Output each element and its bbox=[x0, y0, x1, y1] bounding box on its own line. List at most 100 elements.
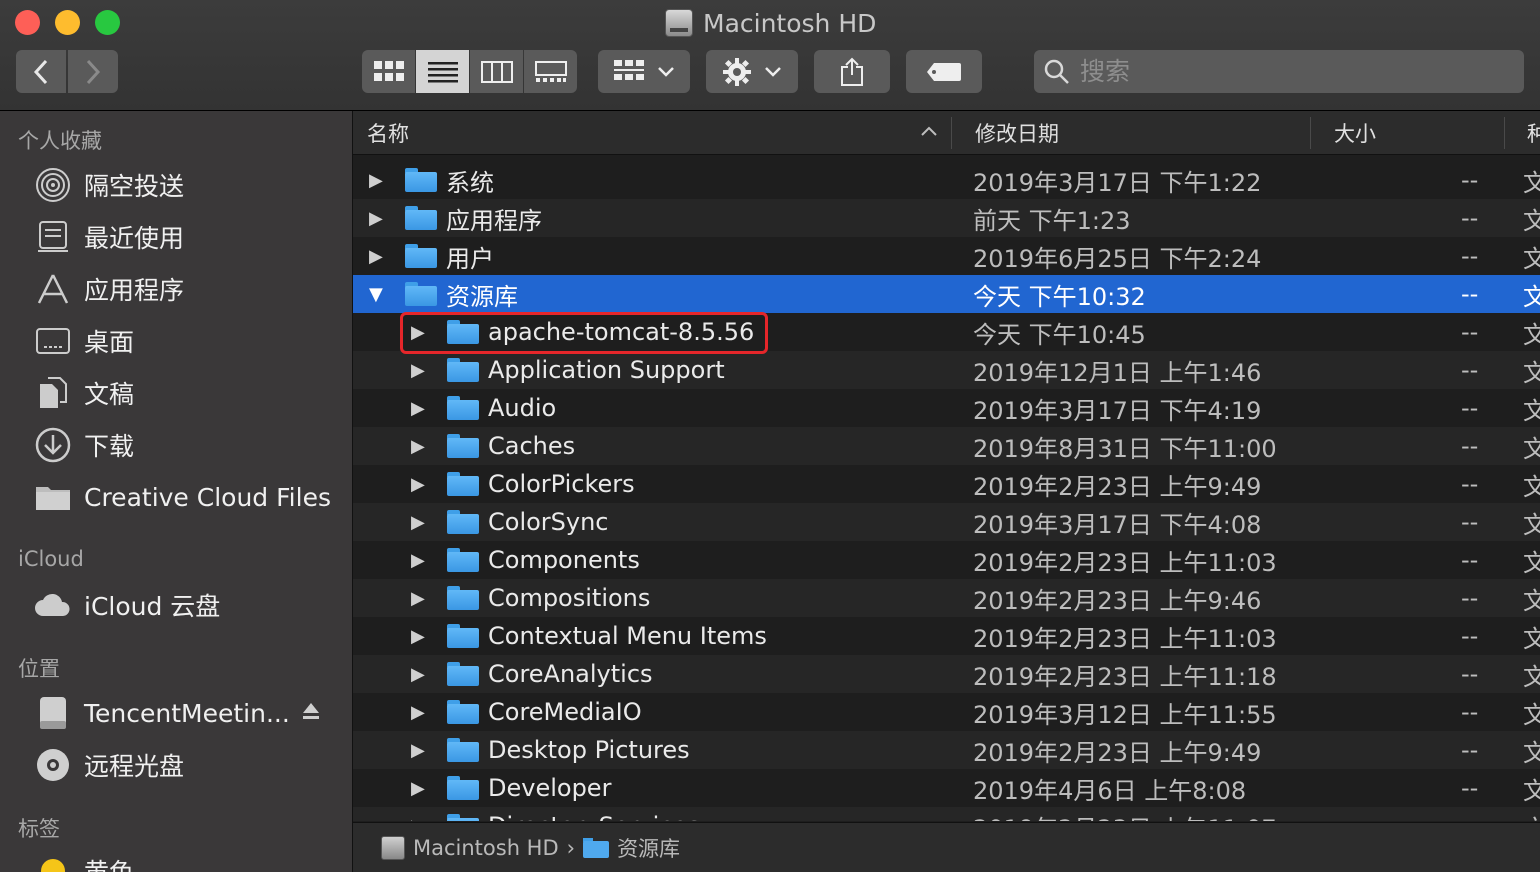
disclosure-collapsed-icon[interactable]: ▶ bbox=[411, 313, 425, 351]
file-rows: ▶ 系统 2019年3月17日 下午1:22 -- 文 ▶ 应用程序 前天 下午1:23 -- 文… bbox=[353, 161, 1540, 821]
disclosure-collapsed-icon[interactable]: ▶ bbox=[411, 807, 425, 822]
search-input[interactable] bbox=[1078, 56, 1502, 87]
share-button[interactable] bbox=[814, 50, 890, 93]
file-name: Components bbox=[488, 546, 640, 574]
minimize-window-button[interactable] bbox=[55, 10, 80, 35]
file-row[interactable]: ▶ apache-tomcat-8.5.56 今天 下午10:45 -- 文 bbox=[353, 313, 1540, 351]
file-row[interactable]: ▶ Components 2019年2月23日 上午11:03 -- 文 bbox=[353, 541, 1540, 579]
disclosure-collapsed-icon[interactable]: ▶ bbox=[411, 351, 425, 389]
column-view-button[interactable] bbox=[470, 50, 523, 93]
disclosure-expanded-icon[interactable]: ▼ bbox=[369, 275, 383, 313]
file-name: CoreMediaIO bbox=[488, 698, 642, 726]
folder-icon bbox=[405, 244, 437, 268]
file-row[interactable]: ▶ 系统 2019年3月17日 下午1:22 -- 文 bbox=[353, 161, 1540, 199]
file-kind: 文 bbox=[1523, 624, 1540, 653]
gallery-view-button[interactable] bbox=[524, 50, 577, 93]
file-kind: 文 bbox=[1523, 662, 1540, 691]
disclosure-collapsed-icon[interactable]: ▶ bbox=[369, 237, 383, 275]
disclosure-collapsed-icon[interactable]: ▶ bbox=[411, 541, 425, 579]
file-name: DirectoryServices bbox=[488, 807, 700, 821]
file-row[interactable]: ▶ Desktop Pictures 2019年2月23日 上午9:49 -- 文 bbox=[353, 731, 1540, 769]
file-row[interactable]: ▶ 应用程序 前天 下午1:23 -- 文 bbox=[353, 199, 1540, 237]
forward-button[interactable] bbox=[68, 50, 118, 93]
file-row[interactable]: ▶ Audio 2019年3月17日 下午4:19 -- 文 bbox=[353, 389, 1540, 427]
library-folder-icon bbox=[583, 837, 610, 858]
sidebar-item-recents[interactable]: 最近使用 bbox=[34, 215, 344, 259]
file-row[interactable]: ▼ 资源库 今天 下午10:32 -- 文 bbox=[353, 275, 1540, 313]
search-icon bbox=[1044, 59, 1069, 84]
sidebar-item-tag-yellow[interactable]: 黄色 bbox=[34, 849, 344, 872]
group-by-button[interactable] bbox=[598, 50, 690, 93]
file-row[interactable]: ▶ Contextual Menu Items 2019年2月23日 上午11:03… bbox=[353, 617, 1540, 655]
disclosure-collapsed-icon[interactable]: ▶ bbox=[411, 693, 425, 731]
column-separator[interactable] bbox=[951, 117, 952, 149]
sidebar-item-creative-cloud-files[interactable]: Creative Cloud Files bbox=[34, 475, 344, 519]
file-name: Contextual Menu Items bbox=[488, 622, 767, 650]
file-row[interactable]: ▶ Application Support 2019年12月1日 上午1:46 -- 文 bbox=[353, 351, 1540, 389]
list-view-button[interactable] bbox=[416, 50, 469, 93]
sidebar-item-airdrop[interactable]: 隔空投送 bbox=[34, 163, 344, 207]
file-kind: 文 bbox=[1523, 396, 1540, 425]
zoom-window-button[interactable] bbox=[95, 10, 120, 35]
column-separator[interactable] bbox=[1504, 117, 1505, 149]
disclosure-collapsed-icon[interactable]: ▶ bbox=[369, 161, 383, 199]
back-button[interactable] bbox=[16, 50, 66, 93]
sidebar-item-desktop[interactable]: 桌面 bbox=[34, 319, 344, 363]
folder-icon bbox=[447, 320, 479, 344]
file-row[interactable]: ▶ 用户 2019年6月25日 下午2:24 -- 文 bbox=[353, 237, 1540, 275]
disclosure-collapsed-icon[interactable]: ▶ bbox=[369, 199, 383, 237]
disclosure-collapsed-icon[interactable]: ▶ bbox=[411, 389, 425, 427]
disclosure-collapsed-icon[interactable]: ▶ bbox=[411, 617, 425, 655]
file-name: 用户 bbox=[446, 244, 494, 273]
sidebar-item-icloud-drive[interactable]: iCloud 云盘 bbox=[34, 583, 344, 627]
file-kind: 文 bbox=[1523, 320, 1540, 349]
path-item-current[interactable]: 资源库 bbox=[617, 833, 680, 863]
disclosure-collapsed-icon[interactable]: ▶ bbox=[411, 655, 425, 693]
path-item-root[interactable]: Macintosh HD bbox=[413, 836, 559, 860]
gear-icon bbox=[723, 57, 751, 86]
close-window-button[interactable] bbox=[15, 10, 40, 35]
sidebar-item-label: 黄色 bbox=[84, 853, 134, 872]
column-header-name[interactable]: 名称 bbox=[367, 111, 947, 154]
file-size: -- bbox=[1461, 698, 1479, 726]
file-row[interactable]: ▶ Compositions 2019年2月23日 上午9:46 -- 文 bbox=[353, 579, 1540, 617]
search-field[interactable] bbox=[1034, 50, 1524, 93]
file-row[interactable]: ▶ DirectoryServices 2019年2月23日 上午11:07 -- 文 bbox=[353, 807, 1540, 821]
icon-view-button[interactable] bbox=[362, 50, 415, 93]
file-size: -- bbox=[1461, 242, 1479, 270]
path-separator: › bbox=[566, 835, 576, 860]
disclosure-collapsed-icon[interactable]: ▶ bbox=[411, 769, 425, 807]
sidebar-item-label: 文稿 bbox=[84, 380, 135, 409]
disclosure-collapsed-icon[interactable]: ▶ bbox=[411, 427, 425, 465]
columns-icon bbox=[480, 60, 513, 83]
file-row[interactable]: ▶ ColorPickers 2019年2月23日 上午9:49 -- 文 bbox=[353, 465, 1540, 503]
file-row[interactable]: ▶ CoreMediaIO 2019年3月12日 上午11:55 -- 文 bbox=[353, 693, 1540, 731]
disclosure-collapsed-icon[interactable]: ▶ bbox=[411, 731, 425, 769]
sidebar-item-tencentmeeting[interactable]: TencentMeetin... bbox=[34, 691, 344, 735]
file-date: 今天 下午10:32 bbox=[973, 282, 1146, 311]
disclosure-collapsed-icon[interactable]: ▶ bbox=[411, 503, 425, 541]
file-size: -- bbox=[1461, 584, 1479, 612]
file-row[interactable]: ▶ CoreAnalytics 2019年2月23日 上午11:18 -- 文 bbox=[353, 655, 1540, 693]
disclosure-collapsed-icon[interactable]: ▶ bbox=[411, 465, 425, 503]
file-size: -- bbox=[1461, 318, 1479, 346]
column-header-size[interactable]: 大小 bbox=[1334, 111, 1376, 154]
file-date: 2019年3月17日 下午1:22 bbox=[973, 168, 1262, 197]
eject-icon[interactable] bbox=[302, 701, 320, 726]
toolbar: Macintosh HD bbox=[0, 0, 1540, 111]
file-row[interactable]: ▶ Developer 2019年4月6日 上午8:08 -- 文 bbox=[353, 769, 1540, 807]
disclosure-collapsed-icon[interactable]: ▶ bbox=[411, 579, 425, 617]
sidebar-item-downloads[interactable]: 下载 bbox=[34, 423, 344, 467]
column-header-kind[interactable]: 种 bbox=[1527, 111, 1540, 154]
sidebar-item-documents[interactable]: 文稿 bbox=[34, 371, 344, 415]
sidebar-item-remote-disc[interactable]: 远程光盘 bbox=[34, 743, 344, 787]
file-row[interactable]: ▶ Caches 2019年8月31日 下午11:00 -- 文 bbox=[353, 427, 1540, 465]
action-menu-button[interactable] bbox=[706, 50, 798, 93]
sidebar-item-applications[interactable]: 应用程序 bbox=[34, 267, 344, 311]
tags-button[interactable] bbox=[906, 50, 982, 93]
hard-disk-icon bbox=[381, 835, 405, 860]
column-separator[interactable] bbox=[1310, 117, 1311, 149]
file-row[interactable]: ▶ ColorSync 2019年3月17日 下午4:08 -- 文 bbox=[353, 503, 1540, 541]
folder-icon bbox=[447, 624, 479, 648]
column-header-date[interactable]: 修改日期 bbox=[975, 111, 1059, 154]
